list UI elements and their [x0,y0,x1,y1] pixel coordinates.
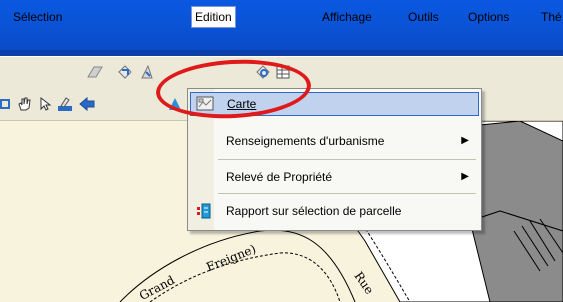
menu-item-releve-propriete[interactable]: Relevé de Propriété ▶ [190,165,477,189]
menu-item-label: Renseignements d'urbanisme [226,134,385,148]
eraser-icon[interactable] [86,63,104,81]
zoom-icon[interactable] [0,95,14,113]
report-icon [195,202,213,220]
menu-separator [218,159,476,160]
menu-themes[interactable]: Thé [541,8,562,26]
menu-outils[interactable]: Outils [408,8,439,26]
pan-hand-icon[interactable] [15,95,33,113]
menu-selection[interactable]: Sélection [13,8,62,26]
menu-item-rapport-selection-parcelle[interactable]: Rapport sur sélection de parcelle [190,199,477,223]
submenu-arrow-icon: ▶ [461,171,469,182]
menu-item-renseignements-urbanisme[interactable]: Renseignements d'urbanisme ▶ [190,129,477,153]
pointer-icon[interactable] [36,95,54,113]
menu-edition[interactable]: Edition [191,6,236,28]
menu-separator [218,193,476,194]
back-arrow-icon[interactable] [78,95,96,113]
draw-tool-icon[interactable] [56,95,74,113]
submenu-arrow-icon: ▶ [461,135,469,146]
pointer-select-icon[interactable] [138,63,156,81]
menu-item-label: Relevé de Propriété [226,170,333,184]
menu-item-label: Rapport sur sélection de parcelle [226,204,402,218]
selection-tool-icon[interactable] [116,63,134,81]
menu-affichage[interactable]: Affichage [322,8,372,26]
menu-options[interactable]: Options [468,8,509,26]
